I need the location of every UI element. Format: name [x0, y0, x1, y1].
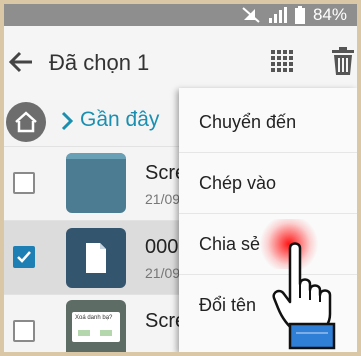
home-icon[interactable]: [6, 102, 46, 142]
row-checkbox-1[interactable]: [13, 172, 35, 194]
select-all-grid-icon[interactable]: [269, 48, 297, 76]
mute-icon: [241, 6, 261, 24]
status-bar: 84%: [4, 4, 357, 26]
thumbnail-dialog-text: Xoá danh bạ?: [75, 315, 113, 321]
thumbnail-dialog-button-1: [78, 330, 90, 336]
file-date-1: 21/09: [145, 191, 181, 207]
breadcrumb-label[interactable]: Gần đây: [80, 108, 159, 132]
trash-icon[interactable]: [331, 46, 355, 76]
battery-icon: [294, 6, 305, 24]
chevron-right-icon: [60, 110, 74, 132]
signal-icon: [268, 7, 287, 23]
page-title: Đã chọn 1: [49, 50, 150, 75]
row-checkbox-3[interactable]: [13, 320, 35, 342]
menu-item-move-to[interactable]: Chuyển đến: [179, 92, 357, 152]
file-thumbnail-3: Xoá danh bạ?: [66, 300, 126, 352]
row-checkbox-2[interactable]: [13, 246, 35, 268]
file-date-2: 21/09: [145, 265, 181, 281]
back-arrow-icon[interactable]: [8, 48, 36, 76]
file-thumbnail-1: [66, 153, 126, 213]
thumbnail-dialog-button-2: [100, 330, 112, 336]
menu-item-label: Đổi tên: [199, 294, 257, 315]
menu-item-label: Chuyển đến: [199, 111, 297, 132]
app-frame: 84% Đã chọn 1 Gần đây Scre 21/09 0000 21…: [4, 4, 357, 352]
document-icon: [86, 243, 106, 273]
file-thumbnail-2: [66, 228, 126, 288]
menu-item-label: Chép vào: [199, 172, 277, 193]
battery-percent: 84%: [312, 5, 347, 24]
pointing-hand-icon: [268, 240, 344, 352]
menu-item-label: Chia sẻ: [199, 233, 261, 254]
menu-item-copy-to[interactable]: Chép vào: [179, 153, 357, 213]
